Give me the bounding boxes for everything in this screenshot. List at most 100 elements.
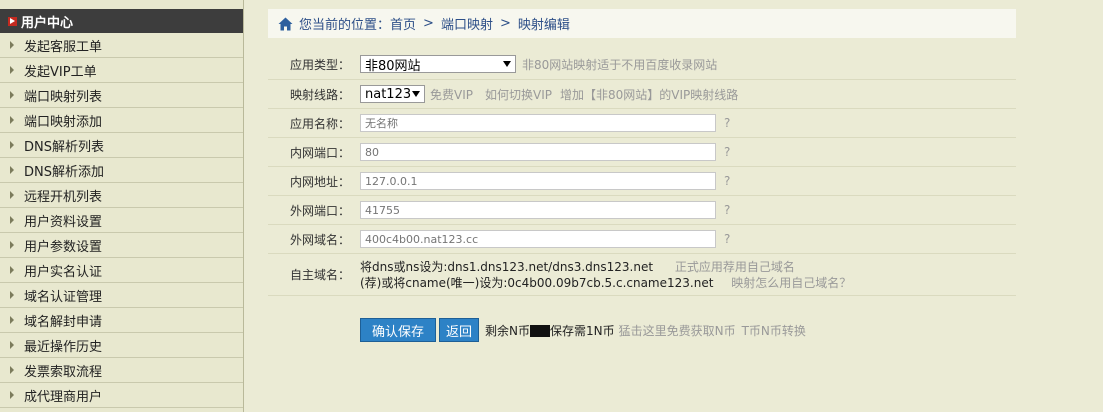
breadcrumb-separator: > xyxy=(499,16,511,31)
free-ncoin-link[interactable]: 猛击这里免费获取N币 xyxy=(619,322,736,339)
wan-domain-label: 外网域名： xyxy=(289,232,350,247)
sidebar-item-port-map-list[interactable]: 端口映射列表 xyxy=(0,83,243,108)
sidebar-item-label: 用户资料设置 xyxy=(24,214,103,230)
sidebar-item-history[interactable]: 最近操作历史 xyxy=(0,333,243,358)
sidebar-item-invoice[interactable]: 发票索取流程 xyxy=(0,358,243,383)
arrow-right-icon xyxy=(10,241,14,249)
own-domain-howto-link[interactable]: 映射怎么用自己域名？ xyxy=(731,276,851,290)
free-vip-link[interactable]: 免费VIP xyxy=(430,86,473,103)
breadcrumb: 您当前的位置： 首页 > 端口映射 > 映射编辑 xyxy=(268,9,1016,38)
line-select[interactable]: nat123 xyxy=(360,85,425,103)
sidebar-item-label: 发票索取流程 xyxy=(24,364,103,380)
sidebar-title: 用户中心 xyxy=(21,15,74,31)
arrow-right-icon xyxy=(10,41,14,49)
row-app-type: 应用类型： 非80网站 非80网站映射适于不用百度收录网站 xyxy=(268,49,1016,80)
balance-suffix: 保存需1N币 xyxy=(549,323,615,338)
sidebar-item-wol-list[interactable]: 远程开机列表 xyxy=(0,183,243,208)
wan-domain-input[interactable] xyxy=(360,230,716,248)
own-domain-recommend-link[interactable]: 正式应用荐用自己域名 xyxy=(675,260,795,274)
own-domain-info: 将dns或ns设为:dns1.dns123.net/dns3.dns123.ne… xyxy=(360,259,851,291)
how-switch-vip-link[interactable]: 如何切换VIP xyxy=(485,86,552,103)
play-icon xyxy=(8,16,17,26)
breadcrumb-port-map[interactable]: 端口映射 xyxy=(441,14,493,33)
sidebar-item-ticket[interactable]: 发起客服工单 xyxy=(0,33,243,58)
sidebar-item-dns-add[interactable]: DNS解析添加 xyxy=(0,158,243,183)
sidebar-item-agent[interactable]: 成代理商用户 xyxy=(0,383,243,408)
lan-port-input[interactable] xyxy=(360,143,716,161)
wan-port-input[interactable] xyxy=(360,201,716,219)
row-line: 映射线路： nat123 免费VIP 如何切换VIP 增加【非80网站】的VIP… xyxy=(268,80,1016,109)
balance-text: 剩余N币 保存需1N币 xyxy=(485,322,615,339)
sidebar-item-label: DNS解析列表 xyxy=(24,139,104,155)
sidebar-item-params[interactable]: 用户参数设置 xyxy=(0,233,243,258)
arrow-right-icon xyxy=(10,141,14,149)
arrow-right-icon xyxy=(10,216,14,224)
chevron-down-icon xyxy=(412,91,420,97)
dns-instruction: 将dns或ns设为:dns1.dns123.net/dns3.dns123.ne… xyxy=(360,259,654,274)
redacted-balance xyxy=(529,325,550,337)
confirm-save-button[interactable]: 确认保存 xyxy=(360,318,436,342)
sidebar-item-label: 端口映射列表 xyxy=(24,89,103,105)
sidebar-item-label: 发起客服工单 xyxy=(24,39,103,55)
row-lan-port: 内网端口： ? xyxy=(268,138,1016,167)
sidebar-item-label: 发起VIP工单 xyxy=(24,64,97,80)
sidebar-item-domain-unblock[interactable]: 域名解封申请 xyxy=(0,308,243,333)
help-icon[interactable]: ? xyxy=(724,232,730,246)
sidebar-item-label: 远程开机列表 xyxy=(24,189,103,205)
cname-instruction: (荐)或将cname(唯一)设为:0c4b00.09b7cb.5.c.cname… xyxy=(360,275,714,290)
coin-convert-link[interactable]: T币N币转换 xyxy=(742,322,806,339)
sidebar-item-label: 成代理商用户 xyxy=(24,389,103,405)
arrow-right-icon xyxy=(10,116,14,124)
help-icon[interactable]: ? xyxy=(724,145,730,159)
arrow-right-icon xyxy=(10,166,14,174)
sidebar-item-label: 用户实名认证 xyxy=(24,264,103,280)
line-value: nat123 xyxy=(365,86,412,102)
sidebar-item-realname[interactable]: 用户实名认证 xyxy=(0,258,243,283)
arrow-right-icon xyxy=(10,316,14,324)
row-wan-port: 外网端口： ? xyxy=(268,196,1016,225)
lan-addr-input[interactable] xyxy=(360,172,716,190)
home-icon xyxy=(278,17,293,31)
back-button[interactable]: 返回 xyxy=(439,318,479,342)
row-actions: 确认保存 返回 剩余N币 保存需1N币 猛击这里免费获取N币 T币N币转换 xyxy=(268,296,1016,352)
arrow-right-icon xyxy=(10,341,14,349)
sidebar-item-label: DNS解析添加 xyxy=(24,164,104,180)
balance-prefix: 剩余N币 xyxy=(485,323,530,338)
sidebar-item-label: 用户参数设置 xyxy=(24,239,103,255)
arrow-right-icon xyxy=(10,66,14,74)
help-icon[interactable]: ? xyxy=(724,116,730,130)
sidebar-item-dns-list[interactable]: DNS解析列表 xyxy=(0,133,243,158)
sidebar: 用户中心 发起客服工单 发起VIP工单 端口映射列表 端口映射添加 DNS解析列… xyxy=(0,0,244,412)
row-own-domain: 自主域名： 将dns或ns设为:dns1.dns123.net/dns3.dns… xyxy=(268,254,1016,296)
sidebar-item-profile[interactable]: 用户资料设置 xyxy=(0,208,243,233)
chevron-down-icon xyxy=(503,61,511,67)
wan-port-label: 外网端口： xyxy=(289,203,350,218)
sidebar-item-label: 最近操作历史 xyxy=(24,339,103,355)
sidebar-item-port-map-add[interactable]: 端口映射添加 xyxy=(0,108,243,133)
app-type-label: 应用类型： xyxy=(289,57,350,72)
sidebar-item-label: 端口映射添加 xyxy=(24,114,103,130)
arrow-right-icon xyxy=(10,91,14,99)
sidebar-item-vip-ticket[interactable]: 发起VIP工单 xyxy=(0,58,243,83)
app-name-input[interactable] xyxy=(360,114,716,132)
breadcrumb-prefix: 您当前的位置： xyxy=(299,18,391,33)
row-wan-domain: 外网域名： ? xyxy=(268,225,1016,254)
sidebar-item-domain-auth[interactable]: 域名认证管理 xyxy=(0,283,243,308)
add-vip-line-link[interactable]: 增加【非80网站】的VIP映射线路 xyxy=(560,86,738,103)
sidebar-menu: 发起客服工单 发起VIP工单 端口映射列表 端口映射添加 DNS解析列表 DNS… xyxy=(0,33,243,408)
sidebar-header: 用户中心 xyxy=(0,9,243,33)
app-name-label: 应用名称： xyxy=(289,116,350,131)
lan-port-label: 内网端口： xyxy=(289,145,350,160)
own-domain-label: 自主域名： xyxy=(289,268,350,282)
arrow-right-icon xyxy=(10,266,14,274)
help-icon[interactable]: ? xyxy=(724,174,730,188)
breadcrumb-separator: > xyxy=(423,16,434,31)
row-app-name: 应用名称： ? xyxy=(268,109,1016,138)
arrow-right-icon xyxy=(10,291,14,299)
mapping-edit-form: 应用类型： 非80网站 非80网站映射适于不用百度收录网站 映射线路： nat1… xyxy=(268,49,1016,352)
lan-addr-label: 内网地址： xyxy=(289,174,350,189)
help-icon[interactable]: ? xyxy=(724,203,730,217)
line-label: 映射线路： xyxy=(289,87,350,102)
breadcrumb-home[interactable]: 首页 xyxy=(390,14,416,33)
app-type-select[interactable]: 非80网站 xyxy=(360,55,516,74)
